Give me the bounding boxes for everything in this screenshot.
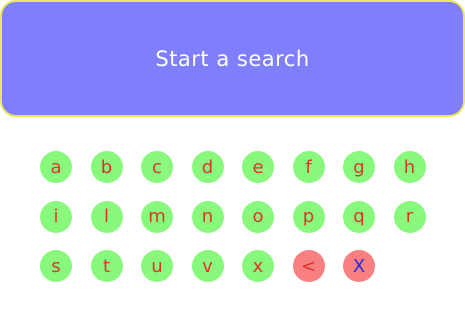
- key-t[interactable]: t: [90, 250, 123, 282]
- key-e[interactable]: e: [242, 151, 274, 183]
- key-p[interactable]: p: [292, 200, 325, 233]
- key-r[interactable]: r: [393, 200, 426, 233]
- key-l[interactable]: l: [90, 200, 123, 233]
- key-c[interactable]: c: [141, 151, 173, 183]
- key-f[interactable]: f: [292, 151, 325, 183]
- key-h[interactable]: h: [393, 151, 426, 183]
- key-g[interactable]: g: [343, 151, 375, 183]
- key-o[interactable]: o: [242, 200, 274, 233]
- key-u[interactable]: u: [141, 250, 173, 282]
- key-d[interactable]: d: [191, 151, 224, 183]
- key-q[interactable]: q: [343, 200, 375, 233]
- key-n[interactable]: n: [191, 200, 224, 233]
- key-x[interactable]: x: [242, 250, 274, 282]
- clear-key[interactable]: X: [343, 250, 375, 282]
- key-s[interactable]: s: [40, 250, 72, 282]
- key-b[interactable]: b: [90, 151, 123, 183]
- key-m[interactable]: m: [141, 200, 173, 233]
- backspace-key[interactable]: <: [292, 250, 325, 282]
- key-v[interactable]: v: [191, 250, 224, 282]
- key-i[interactable]: i: [40, 200, 72, 233]
- letter-keyboard: a b c d e f g h i l m n o p q r s t u v x < X: [0, 0, 465, 310]
- key-a[interactable]: a: [40, 151, 72, 183]
